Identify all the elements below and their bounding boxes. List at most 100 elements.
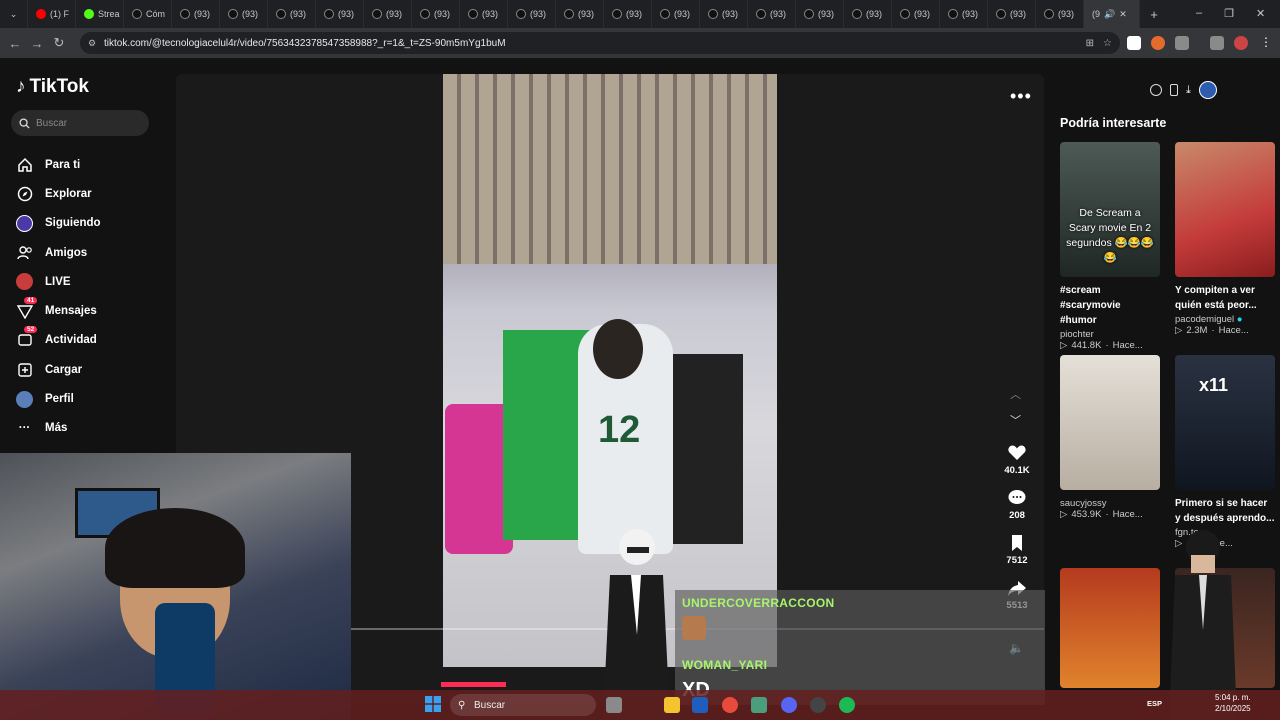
install-app-icon[interactable]: ⊞ <box>1086 38 1094 49</box>
tiktok-icon <box>420 9 430 19</box>
window-controls: – ❐ ✕ <box>1196 7 1265 20</box>
friends-icon <box>16 244 33 261</box>
tiktok-icon <box>948 9 958 19</box>
video-person-head <box>593 319 643 379</box>
stream-accent-bar <box>441 682 506 687</box>
sidebar-item-cargar[interactable]: Cargar <box>16 355 101 384</box>
tiktok-icon <box>900 9 910 19</box>
tiktok-icon <box>324 9 334 19</box>
language-indicator[interactable]: ESP <box>1147 699 1162 708</box>
browser-tab[interactable]: Cóm <box>124 0 172 28</box>
app-icon[interactable] <box>751 697 767 713</box>
sidebar-item-mensajes[interactable]: 41 Mensajes <box>16 296 101 325</box>
browser-tab-active[interactable]: (9 🔊 ✕ <box>1084 0 1140 28</box>
obs-icon[interactable] <box>810 697 826 713</box>
profile-avatar-icon[interactable] <box>1234 36 1248 50</box>
jersey-number: 12 <box>598 409 641 451</box>
outlook-icon[interactable] <box>692 697 708 713</box>
more-icon: ··· <box>18 422 31 435</box>
maximize-icon[interactable]: ❐ <box>1224 7 1234 20</box>
url-field[interactable]: ⚙ tiktok.com/@tecnologiacelul4r/video/75… <box>80 32 1120 54</box>
video-actions: 40.1K 208 7512 5513 <box>1000 385 1034 623</box>
recommendation-card[interactable] <box>1060 568 1160 688</box>
close-tab-icon[interactable]: ✕ <box>1119 9 1127 20</box>
extension-icon[interactable] <box>1127 36 1141 50</box>
tiktok-logo[interactable]: ♪ TikTok <box>16 76 89 98</box>
sidebar-item-explorar[interactable]: Explorar <box>16 179 101 208</box>
sidebar-item-siguiendo[interactable]: Siguiendo <box>16 209 101 238</box>
live-icon <box>16 273 33 291</box>
discord-icon[interactable] <box>781 697 797 713</box>
site-info-icon[interactable]: ⚙ <box>88 38 96 49</box>
sidebar-item-live[interactable]: LIVE <box>16 267 101 296</box>
save-button[interactable]: 7512 <box>1000 533 1034 566</box>
taskbar-search[interactable]: ⚲ Buscar <box>450 694 596 716</box>
file-explorer-icon[interactable] <box>664 697 680 713</box>
browser-tab[interactable]: (93) <box>1036 0 1084 28</box>
browser-tab[interactable]: (93) <box>412 0 460 28</box>
user-avatar[interactable] <box>1198 81 1217 99</box>
browser-tab[interactable]: (93) <box>556 0 604 28</box>
browser-tab[interactable]: (93) <box>364 0 412 28</box>
browser-tab[interactable]: (93) <box>316 0 364 28</box>
menu-kebab-icon[interactable]: ⋮ <box>1260 35 1272 49</box>
recommendation-card[interactable]: Y compiten a ver quién está peor... paco… <box>1175 142 1275 336</box>
recommendation-card[interactable]: saucyjossy ▷ 453.9K · Hace... <box>1060 355 1160 520</box>
recommendation-card[interactable]: x11 Primero si se hacer y después aprend… <box>1175 355 1275 549</box>
like-button[interactable]: 40.1K <box>1000 443 1034 476</box>
browser-tab[interactable]: (93) <box>220 0 268 28</box>
browser-tab[interactable]: (93) <box>988 0 1036 28</box>
bookmark-star-icon[interactable]: ☆ <box>1103 38 1112 49</box>
close-window-icon[interactable]: ✕ <box>1256 7 1265 20</box>
tiktok-icon <box>468 9 478 19</box>
sidebar-item-amigos[interactable]: Amigos <box>16 238 101 267</box>
browser-tab[interactable]: Strea <box>76 0 124 28</box>
stream-chat-overlay: UNDERCOVERRACCOON WOMAN_YARI XD <box>675 590 1045 705</box>
browser-tab[interactable]: (93) <box>508 0 556 28</box>
media-controls-icon[interactable] <box>1210 36 1224 50</box>
reload-icon[interactable]: ↻ <box>48 35 70 51</box>
tab-search-button[interactable]: ⌄ <box>0 0 28 28</box>
more-options-icon[interactable]: ••• <box>1010 86 1032 107</box>
comment-button[interactable]: 208 <box>1000 488 1034 521</box>
tiktok-icon <box>516 9 526 19</box>
video-thumbnail: De Scream a Scary movie En 2 segundos 😂😂… <box>1060 142 1160 277</box>
chrome-icon[interactable] <box>722 697 738 713</box>
browser-tab[interactable]: (93) <box>652 0 700 28</box>
windows-start-icon[interactable] <box>425 696 441 712</box>
browser-tab[interactable]: (93) <box>604 0 652 28</box>
browser-tab[interactable]: (1) F <box>28 0 76 28</box>
browser-tab[interactable]: (93) <box>844 0 892 28</box>
browser-tab[interactable]: (93) <box>700 0 748 28</box>
forward-icon[interactable]: → <box>26 36 48 51</box>
sidebar-item-perfil[interactable]: Perfil <box>16 384 101 413</box>
spotify-icon[interactable] <box>839 697 855 713</box>
task-view-icon[interactable] <box>606 697 622 713</box>
browser-tab[interactable]: (93) <box>460 0 508 28</box>
browser-tab-strip: ⌄ (1) F Strea Cóm (93) (93) (93) (93) (9… <box>0 0 1280 28</box>
device-icon[interactable] <box>1170 84 1178 96</box>
following-avatar-icon <box>16 214 33 232</box>
new-tab-button[interactable]: + <box>1140 0 1168 28</box>
browser-tab[interactable]: (93) <box>172 0 220 28</box>
extension-icon[interactable] <box>1151 36 1165 50</box>
browser-tab[interactable]: (93) <box>748 0 796 28</box>
browser-tab[interactable]: (93) <box>892 0 940 28</box>
sidebar-item-mas[interactable]: ··· Más <box>16 414 101 443</box>
sidebar-item-para-ti[interactable]: Para ti <box>16 150 101 179</box>
taskbar-clock[interactable]: 5:04 p. m. 2/10/2025 <box>1215 692 1251 714</box>
search-input[interactable]: Buscar <box>11 110 149 136</box>
browser-tab[interactable]: (93) <box>940 0 988 28</box>
minimize-icon[interactable]: – <box>1196 7 1202 20</box>
browser-tab[interactable]: (93) <box>796 0 844 28</box>
coins-icon[interactable] <box>1150 84 1162 96</box>
tiktok-icon <box>852 9 862 19</box>
extensions-puzzle-icon[interactable] <box>1175 36 1189 50</box>
download-icon[interactable]: ⤓ <box>1186 84 1191 97</box>
sidebar-item-actividad[interactable]: 52 Actividad <box>16 325 101 355</box>
recommendation-card[interactable]: De Scream a Scary movie En 2 segundos 😂😂… <box>1060 142 1160 351</box>
browser-tab[interactable]: (93) <box>268 0 316 28</box>
back-icon[interactable]: ← <box>4 36 26 51</box>
webcam-hair <box>105 508 245 588</box>
video-toy-box <box>673 354 743 544</box>
